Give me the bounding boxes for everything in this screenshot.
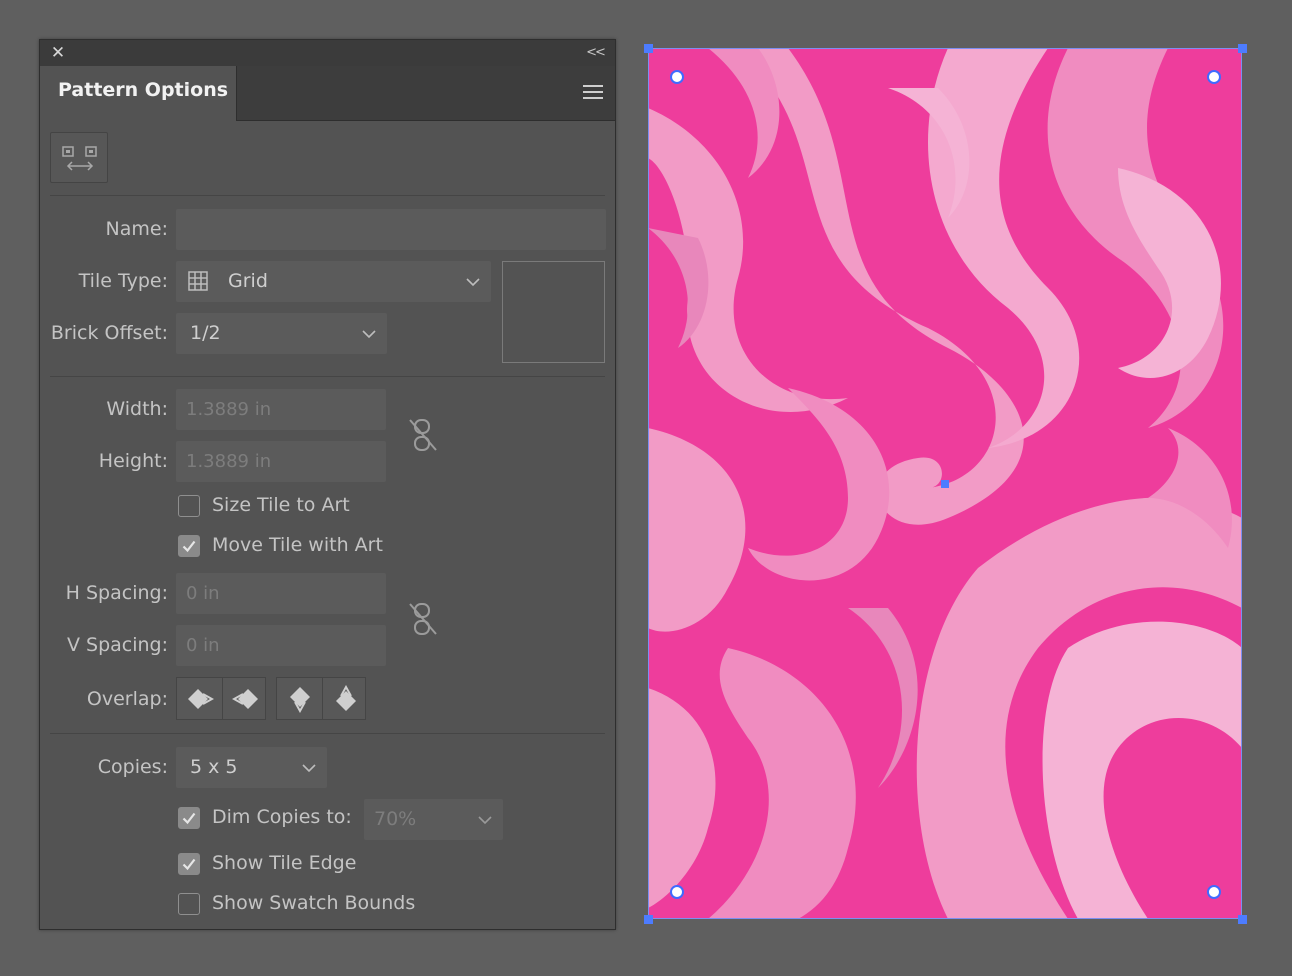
horizontal-overlap-group (176, 677, 266, 720)
chevron-down-icon (466, 278, 480, 287)
width-input[interactable]: 1.3889 in (176, 389, 386, 430)
bottom-in-front-button[interactable] (322, 678, 367, 719)
copies-value: 5 x 5 (190, 756, 238, 778)
show-swatch-bounds-checkbox[interactable] (178, 893, 200, 915)
vertical-overlap-group (276, 677, 366, 720)
divider (50, 376, 605, 377)
height-input[interactable]: 1.3889 in (176, 441, 386, 482)
panel-titlebar[interactable]: ✕ << (40, 40, 615, 66)
move-tile-with-art-checkbox[interactable] (178, 535, 200, 557)
dim-copies-value: 70% (374, 808, 417, 830)
brick-offset-dropdown[interactable]: 1/2 (176, 313, 387, 354)
dim-copies-label: Dim Copies to: (212, 806, 352, 828)
name-label: Name: (105, 218, 168, 240)
divider (50, 195, 605, 196)
v-spacing-input[interactable]: 0 in (176, 625, 386, 666)
name-input[interactable] (176, 209, 606, 250)
divider (50, 733, 605, 734)
h-spacing-label: H Spacing: (65, 582, 168, 604)
chevron-down-icon (478, 816, 492, 825)
tile-type-value: Grid (228, 270, 268, 292)
close-icon[interactable]: ✕ (49, 44, 67, 62)
chevron-down-icon (302, 764, 316, 773)
dim-copies-dropdown[interactable]: 70% (364, 799, 503, 840)
tile-type-dropdown[interactable]: Grid (176, 261, 491, 302)
hamburger-menu-icon[interactable] (583, 85, 603, 101)
width-label: Width: (106, 398, 168, 420)
pattern-tile-tool-icon (62, 146, 97, 171)
right-in-front-icon (232, 689, 258, 709)
checkmark-icon (182, 540, 196, 553)
move-tile-with-art-label: Move Tile with Art (212, 534, 383, 556)
show-tile-edge-label: Show Tile Edge (212, 852, 357, 874)
corner-widget-bottom-right[interactable] (1207, 885, 1221, 899)
corner-widget-bottom-left[interactable] (670, 885, 684, 899)
left-in-front-icon (188, 689, 214, 709)
pattern-tile-tool-button[interactable] (50, 132, 108, 183)
chevron-down-icon (362, 330, 376, 339)
unlinked-chain-icon[interactable] (406, 600, 440, 638)
v-spacing-label: V Spacing: (66, 634, 168, 656)
unlinked-chain-icon[interactable] (406, 416, 440, 454)
dim-copies-row[interactable]: Dim Copies to: (178, 806, 368, 832)
size-tile-to-art-label: Size Tile to Art (212, 494, 350, 516)
right-in-front-button[interactable] (222, 678, 267, 719)
copies-dropdown[interactable]: 5 x 5 (176, 747, 327, 788)
tab-pattern-options[interactable]: Pattern Options (40, 66, 237, 121)
brick-offset-label: Brick Offset: (50, 322, 168, 344)
show-tile-edge-checkbox[interactable] (178, 853, 200, 875)
bottom-in-front-icon (336, 685, 356, 711)
checkmark-icon (182, 858, 196, 871)
checkmark-icon (182, 812, 196, 825)
resize-handle-bottom-right[interactable] (1238, 915, 1247, 924)
resize-handle-bottom-left[interactable] (644, 915, 653, 924)
pattern-options-panel: ✕ << Pattern Options Name: Tile Type: Gr… (39, 39, 616, 930)
left-in-front-button[interactable] (177, 678, 221, 719)
double-chevron-left-icon[interactable]: << (585, 44, 606, 62)
resize-handle-top-left[interactable] (644, 44, 653, 53)
overlap-label: Overlap: (86, 688, 168, 710)
dim-copies-checkbox[interactable] (178, 807, 200, 829)
brick-offset-value: 1/2 (190, 322, 221, 344)
corner-widget-top-left[interactable] (670, 70, 684, 84)
panel-title: Pattern Options (58, 79, 229, 101)
top-in-front-icon (290, 687, 310, 713)
corner-widget-top-right[interactable] (1207, 70, 1221, 84)
tile-type-label: Tile Type: (78, 270, 168, 292)
copies-label: Copies: (97, 756, 168, 778)
center-point-handle[interactable] (941, 480, 949, 488)
show-swatch-bounds-label: Show Swatch Bounds (212, 892, 416, 914)
height-label: Height: (98, 450, 168, 472)
size-tile-to-art-checkbox[interactable] (178, 495, 200, 517)
h-spacing-input[interactable]: 0 in (176, 573, 386, 614)
panel-tab-strip: Pattern Options (40, 66, 615, 121)
resize-handle-top-right[interactable] (1238, 44, 1247, 53)
top-in-front-button[interactable] (277, 678, 321, 719)
grid-icon (188, 271, 208, 291)
tile-preview-box (502, 261, 605, 363)
